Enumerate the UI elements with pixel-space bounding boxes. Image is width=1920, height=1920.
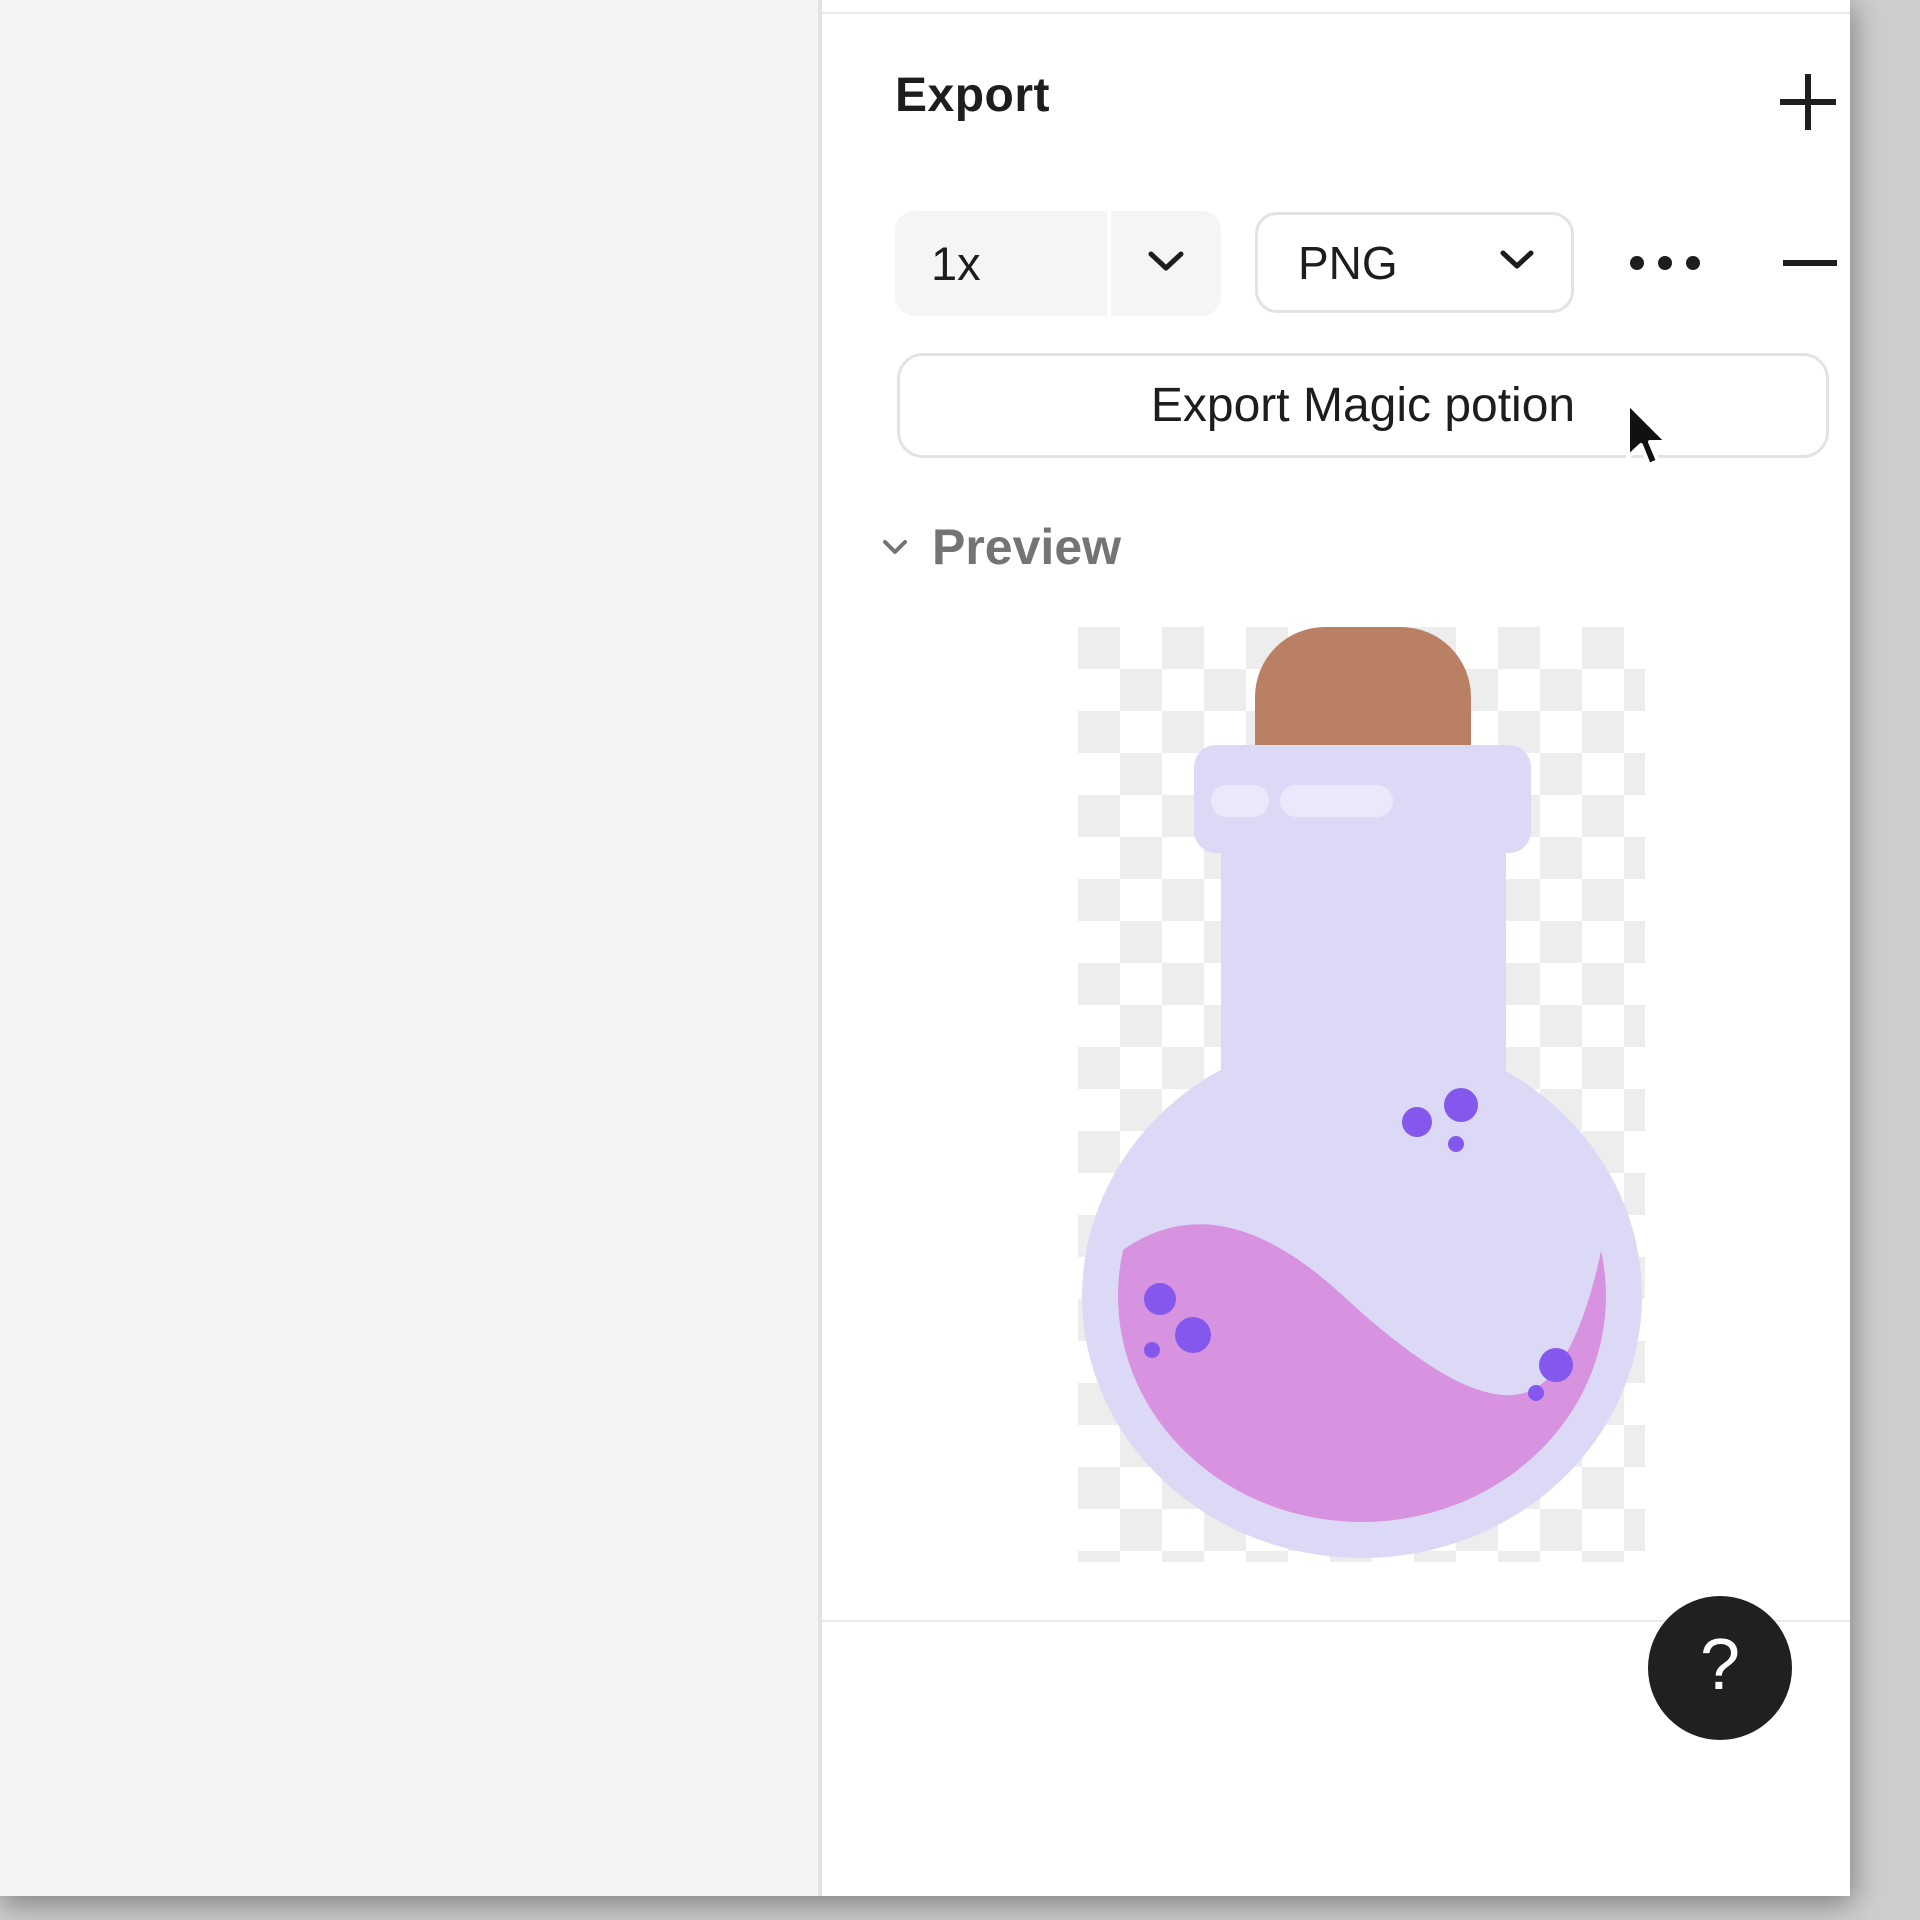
add-export-setting-button[interactable]	[1780, 74, 1836, 130]
export-scale-value: 1x	[931, 236, 981, 291]
magic-potion-image	[1078, 627, 1645, 1562]
right-sidebar-export-panel: Export 1x PNG	[822, 0, 1850, 1896]
export-scale-select[interactable]: 1x	[895, 211, 1107, 316]
help-question-icon: ?	[1700, 1624, 1740, 1706]
preview-section-label: Preview	[932, 518, 1121, 576]
export-section-title: Export	[895, 68, 1050, 123]
export-more-options-button[interactable]	[1615, 238, 1715, 288]
chevron-down-icon	[882, 539, 908, 561]
export-button-label: Export Magic potion	[1151, 378, 1575, 433]
export-preview-thumbnail	[1078, 627, 1645, 1562]
export-asset-button[interactable]: Export Magic potion	[897, 353, 1829, 458]
chevron-down-icon	[1499, 249, 1535, 276]
remove-export-setting-button[interactable]	[1783, 260, 1837, 266]
export-format-value: PNG	[1298, 236, 1398, 290]
export-format-select[interactable]: PNG	[1255, 212, 1574, 313]
section-divider	[822, 12, 1850, 14]
ellipsis-icon	[1630, 256, 1644, 270]
figma-window: Export 1x PNG	[0, 0, 1850, 1896]
preview-section-toggle[interactable]: Preview	[872, 512, 1121, 582]
help-button[interactable]: ?	[1648, 1596, 1792, 1740]
export-scale-dropdown-button[interactable]	[1111, 211, 1221, 316]
potion-collar-highlights	[1211, 785, 1393, 817]
design-canvas[interactable]	[0, 0, 822, 1896]
chevron-down-icon	[1146, 249, 1186, 278]
